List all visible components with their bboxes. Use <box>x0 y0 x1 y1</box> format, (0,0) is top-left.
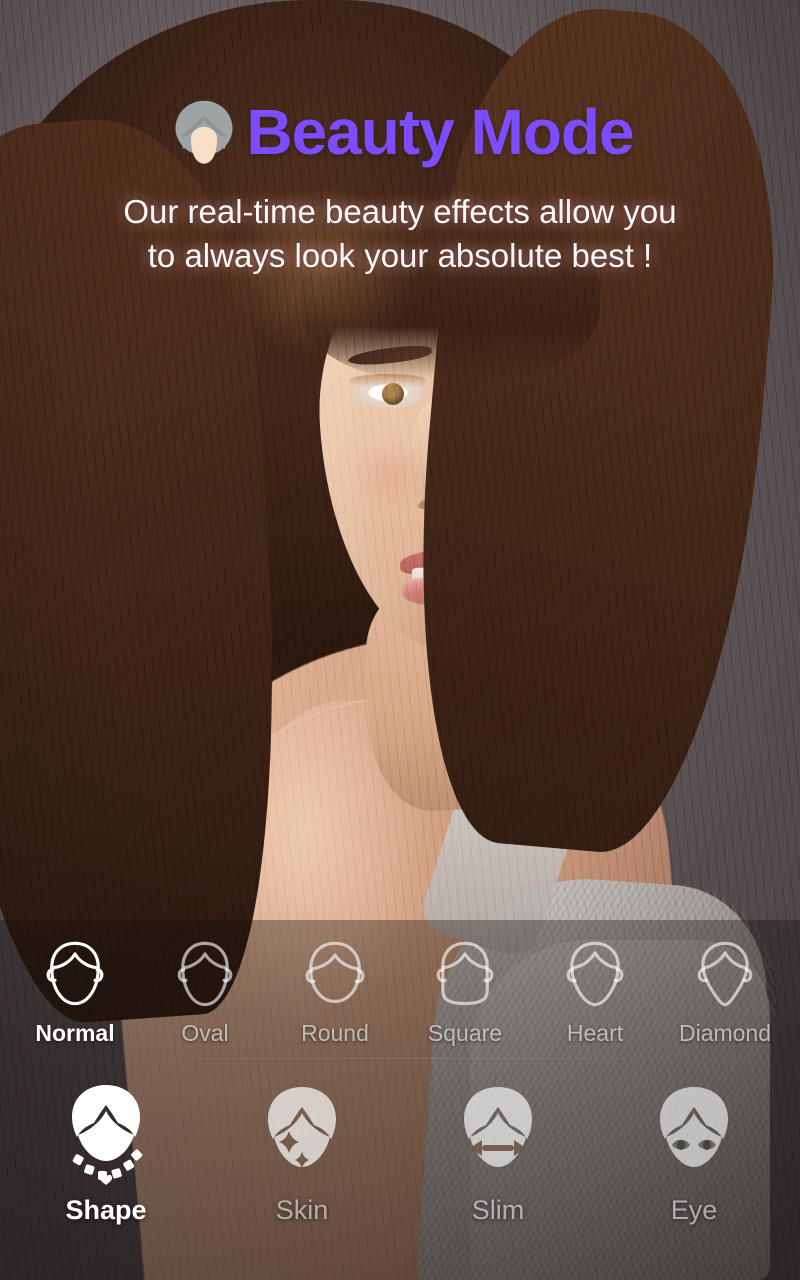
face-shape-selector-row: Normal Oval Round Square Heart Diamond <box>0 920 800 1058</box>
tab-label: Skin <box>275 1195 329 1225</box>
face-slim-tab-icon <box>464 1087 532 1167</box>
eye-enlarge-tab-icon <box>660 1087 728 1167</box>
beauty-mode-tab-row: Shape Skin Slim Eye <box>0 1059 800 1226</box>
shape-option-label: Square <box>427 1020 503 1046</box>
shape-option-square[interactable]: Square <box>400 938 530 1047</box>
shape-option-label: Diamond <box>678 1020 772 1046</box>
shape-option-normal[interactable]: Normal <box>10 938 140 1047</box>
shape-option-label: Heart <box>566 1020 624 1046</box>
tab-eye[interactable]: Eye <box>596 1081 792 1226</box>
shape-option-label: Normal <box>35 1020 115 1046</box>
face-shape-round-icon <box>305 941 365 1004</box>
tab-shape[interactable]: Shape <box>8 1081 204 1226</box>
face-shape-diamond-icon <box>697 941 753 1007</box>
face-shape-normal-icon <box>46 941 104 1006</box>
page-subtitle: Our real-time beauty effects allow you t… <box>0 190 800 277</box>
shape-option-round[interactable]: Round <box>270 938 400 1047</box>
page-title: Beauty Mode <box>246 96 634 168</box>
shape-option-heart[interactable]: Heart <box>530 938 660 1047</box>
shape-option-diamond[interactable]: Diamond <box>660 938 790 1047</box>
face-shape-heart-icon <box>566 941 624 1007</box>
subtitle-line-2: to always look your absolute best ! <box>147 236 653 274</box>
tab-label: Slim <box>471 1195 525 1225</box>
tab-skin[interactable]: Skin <box>204 1081 400 1226</box>
face-shape-tab-icon <box>72 1085 143 1185</box>
subtitle-line-1: Our real-time beauty effects allow you <box>123 193 677 230</box>
header: Beauty Mode Our real-time beauty effects… <box>0 92 800 277</box>
tab-slim[interactable]: Slim <box>400 1081 596 1226</box>
shape-option-label: Oval <box>181 1020 229 1046</box>
face-shape-oval-icon <box>177 941 233 1007</box>
title-row: Beauty Mode <box>0 92 800 172</box>
beauty-mode-screen: Beauty Mode Our real-time beauty effects… <box>0 0 800 1280</box>
woman-grey-hair-icon <box>175 100 233 164</box>
shape-option-label: Round <box>301 1020 369 1046</box>
face-shape-square-icon <box>436 941 494 1006</box>
tab-label: Shape <box>65 1195 147 1225</box>
skin-smooth-tab-icon <box>268 1087 336 1169</box>
tab-label: Eye <box>670 1195 718 1225</box>
shape-option-oval[interactable]: Oval <box>140 938 270 1047</box>
beauty-controls-panel: Normal Oval Round Square Heart Diamond S… <box>0 920 800 1280</box>
